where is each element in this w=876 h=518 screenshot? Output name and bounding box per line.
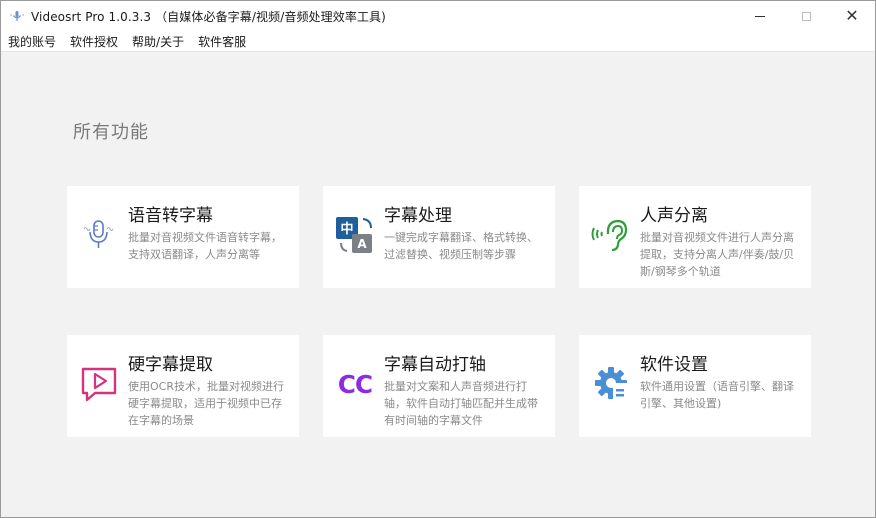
card-software-settings[interactable]: 软件设置 软件通用设置（语音引擎、翻译引擎、其他设置) <box>579 335 811 437</box>
section-title: 所有功能 <box>73 122 149 143</box>
title-bar[interactable]: Videosrt Pro 1.0.3.3 （自媒体必备字幕/视频/音频处理效率工… <box>1 1 875 31</box>
card-description: 一键完成字幕翻译、格式转换、过滤替换、视频压制等步骤 <box>384 231 538 261</box>
card-vocal-separation[interactable]: 人声分离 批量对音视频文件进行人声分离提取，支持分离人声/伴奏/鼓/贝斯/钢琴多… <box>579 186 811 288</box>
window-title: Videosrt Pro 1.0.3.3 （自媒体必备字幕/视频/音频处理效率工… <box>31 9 386 24</box>
card-description: 批量对文案和人声音频进行打轴，软件自动打轴匹配并生成带有时间轴的字幕文件 <box>384 380 538 427</box>
card-auto-timing[interactable]: CC 字幕自动打轴 批量对文案和人声音频进行打轴，软件自动打轴匹配并生成带有时间… <box>323 335 555 437</box>
card-description: 批量对音视频文件语音转字幕，支持双语翻译，人声分离等 <box>128 231 282 261</box>
play-bubble-icon <box>79 363 119 403</box>
card-title: 软件设置 <box>640 355 708 375</box>
card-title: 语音转字幕 <box>128 206 213 226</box>
microphone-icon <box>79 214 119 254</box>
menu-license[interactable]: 软件授权 <box>63 33 125 50</box>
card-description: 使用OCR技术，批量对视频进行硬字幕提取，适用于视频中已存在字幕的场景 <box>128 380 284 427</box>
menu-bar: 我的账号 软件授权 帮助/关于 软件客服 <box>1 31 875 52</box>
menu-my-account[interactable]: 我的账号 <box>1 33 63 50</box>
card-title: 人声分离 <box>640 206 708 226</box>
card-description: 软件通用设置（语音引擎、翻译引擎、其他设置) <box>640 380 794 410</box>
minimize-icon <box>755 15 765 17</box>
card-hard-subtitle-extraction[interactable]: 硬字幕提取 使用OCR技术，批量对视频进行硬字幕提取，适用于视频中已存在字幕的场… <box>67 335 299 437</box>
card-description: 批量对音视频文件进行人声分离提取，支持分离人声/伴奏/鼓/贝斯/钢琴多个轨道 <box>640 231 795 278</box>
close-icon: ✕ <box>845 6 859 25</box>
svg-text:A: A <box>357 237 367 251</box>
gear-icon <box>591 363 631 403</box>
app-logo-icon <box>9 8 25 24</box>
close-button[interactable]: ✕ <box>829 1 875 31</box>
card-subtitle-processing[interactable]: 中 A 字幕处理 一键完成字幕翻译、格式转换、过滤替换、视频压制等步骤 <box>323 186 555 288</box>
svg-text:CC: CC <box>338 370 372 399</box>
translate-icon: 中 A <box>335 214 375 254</box>
minimize-button[interactable] <box>737 1 783 31</box>
card-speech-to-subtitle[interactable]: 语音转字幕 批量对音视频文件语音转字幕，支持双语翻译，人声分离等 <box>67 186 299 288</box>
cc-icon: CC <box>335 363 375 403</box>
maximize-button[interactable] <box>783 1 829 31</box>
card-title: 硬字幕提取 <box>128 355 213 375</box>
card-title: 字幕处理 <box>384 206 452 226</box>
svg-text:中: 中 <box>340 221 353 237</box>
card-title: 字幕自动打轴 <box>384 355 486 375</box>
window-controls: ✕ <box>737 1 875 31</box>
ear-sound-icon <box>591 214 631 254</box>
menu-help-about[interactable]: 帮助/关于 <box>125 33 191 50</box>
app-window: Videosrt Pro 1.0.3.3 （自媒体必备字幕/视频/音频处理效率工… <box>0 0 876 518</box>
maximize-icon <box>801 11 811 21</box>
menu-support[interactable]: 软件客服 <box>191 33 253 50</box>
